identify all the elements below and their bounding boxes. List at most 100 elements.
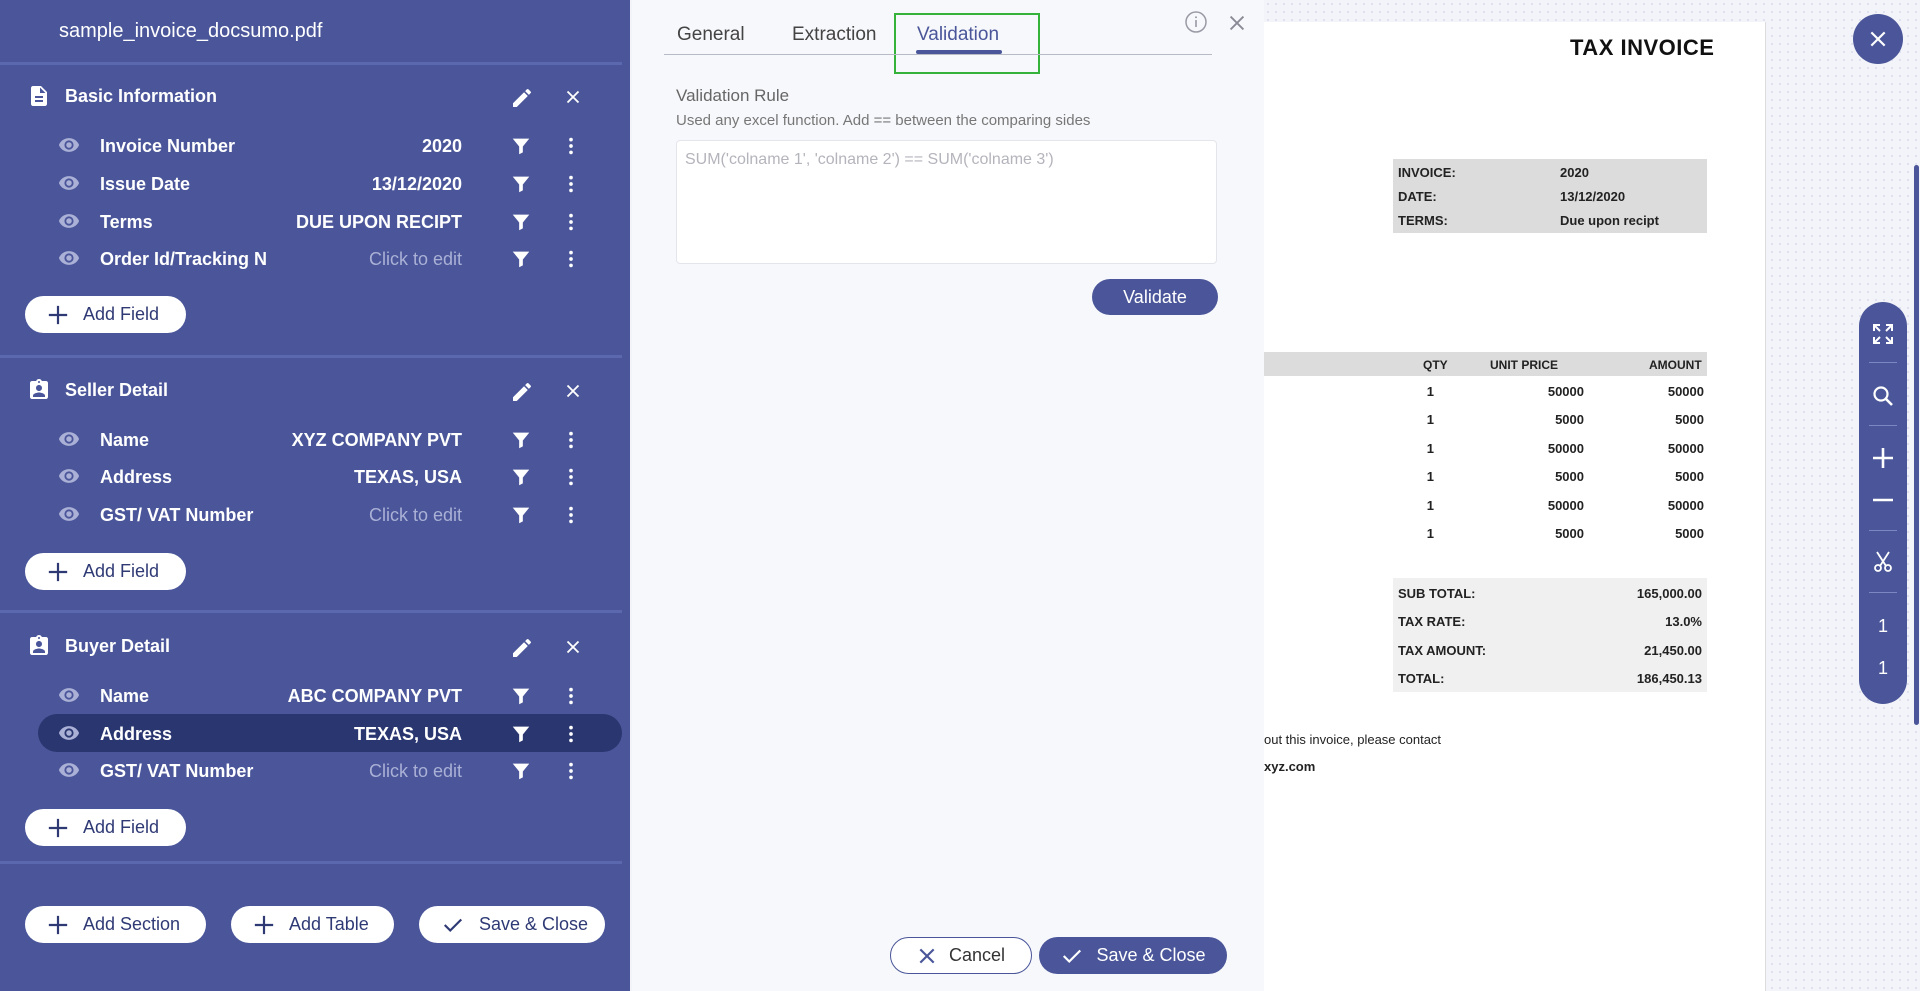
field-row-seller-name[interactable]: Name XYZ COMPANY PVT [38, 420, 622, 458]
toolbar-divider [1869, 362, 1897, 363]
edit-section-icon[interactable] [510, 86, 534, 110]
field-row-invoice-number[interactable]: Invoice Number 2020 [38, 126, 622, 164]
add-field-button[interactable]: Add Field [25, 296, 186, 333]
field-value[interactable]: Click to edit [369, 249, 462, 270]
meta-value: Due upon recipt [1560, 213, 1659, 228]
eye-icon[interactable] [56, 759, 82, 781]
zoom-out-icon[interactable] [1871, 488, 1895, 512]
field-row-order-id[interactable]: Order Id/Tracking No Click to edit [38, 239, 622, 277]
close-icon[interactable] [1226, 12, 1248, 34]
tab-general[interactable]: General [677, 24, 745, 46]
filter-icon[interactable] [510, 723, 532, 745]
table-cell: 1 [1426, 441, 1434, 456]
eye-icon[interactable] [56, 465, 82, 487]
add-table-button[interactable]: Add Table [231, 906, 394, 943]
meta-key: INVOICE: [1398, 165, 1456, 180]
more-options-icon[interactable] [560, 465, 582, 489]
close-icon [919, 948, 935, 963]
field-value[interactable]: Click to edit [369, 505, 462, 526]
close-viewer-button[interactable] [1853, 14, 1903, 64]
more-options-icon[interactable] [560, 210, 582, 234]
filter-icon[interactable] [510, 504, 532, 526]
section-divider [0, 355, 622, 358]
field-value[interactable]: TEXAS, USA [354, 467, 462, 488]
field-value[interactable]: TEXAS, USA [354, 724, 462, 745]
meta-value: 2020 [1560, 165, 1589, 180]
add-field-button[interactable]: Add Field [25, 809, 186, 846]
filter-icon[interactable] [510, 760, 532, 782]
zoom-in-icon[interactable] [1871, 446, 1895, 470]
filter-icon[interactable] [510, 211, 532, 233]
checkmark-icon [1063, 949, 1082, 963]
field-value[interactable]: ABC COMPANY PVT [288, 686, 462, 707]
scissors-icon[interactable] [1871, 550, 1895, 574]
eye-icon[interactable] [56, 134, 82, 156]
field-value[interactable]: 13/12/2020 [372, 174, 462, 195]
field-row-seller-address[interactable]: Address TEXAS, USA [38, 457, 622, 495]
total-key: SUB TOTAL: [1398, 586, 1476, 601]
filter-icon[interactable] [510, 173, 532, 195]
validation-rule-input[interactable] [676, 140, 1217, 264]
eye-icon[interactable] [56, 684, 82, 706]
more-options-icon[interactable] [560, 428, 582, 452]
field-value[interactable]: Click to edit [369, 761, 462, 782]
more-options-icon[interactable] [560, 722, 582, 746]
eye-icon[interactable] [56, 210, 82, 232]
eye-icon[interactable] [56, 172, 82, 194]
field-row-issue-date[interactable]: Issue Date 13/12/2020 [38, 164, 622, 202]
add-field-label: Add Field [83, 817, 160, 837]
filter-icon[interactable] [510, 248, 532, 270]
remove-section-icon[interactable] [562, 86, 584, 108]
footer-divider [0, 861, 622, 864]
line-items-header: QTY UNIT PRICE AMOUNT [1264, 352, 1707, 376]
section-header-buyer-detail: Buyer Detail [0, 628, 622, 664]
total-key: TAX RATE: [1398, 614, 1466, 629]
eye-icon[interactable] [56, 247, 82, 269]
fullscreen-icon[interactable] [1871, 322, 1895, 346]
field-value[interactable]: DUE UPON RECIPT [296, 212, 462, 233]
save-close-button[interactable]: Save & Close [419, 906, 605, 943]
toolbar-divider [1869, 592, 1897, 593]
cancel-button[interactable]: Cancel [890, 937, 1032, 974]
info-icon[interactable] [1184, 10, 1208, 34]
more-options-icon[interactable] [560, 172, 582, 196]
more-options-icon[interactable] [560, 684, 582, 708]
invoice-footer-text: out this invoice, please contact [1264, 732, 1442, 747]
field-row-buyer-gst-vat[interactable]: GST/ VAT Number Click to edit [38, 751, 622, 789]
field-row-buyer-name[interactable]: Name ABC COMPANY PVT [38, 676, 622, 714]
filter-icon[interactable] [510, 429, 532, 451]
search-icon[interactable] [1871, 384, 1895, 408]
more-options-icon[interactable] [560, 134, 582, 158]
field-row-buyer-address-selected[interactable]: Address TEXAS, USA [38, 714, 622, 752]
invoice-footer-email: xyz.com [1264, 759, 1316, 774]
eye-icon[interactable] [56, 503, 82, 525]
filter-icon[interactable] [510, 466, 532, 488]
filter-icon[interactable] [510, 685, 532, 707]
add-section-button[interactable]: Add Section [25, 906, 206, 943]
viewer-scrollbar[interactable] [1914, 165, 1919, 725]
field-label: Address [100, 724, 173, 744]
field-value[interactable]: XYZ COMPANY PVT [292, 430, 462, 451]
field-row-seller-gst-vat[interactable]: GST/ VAT Number Click to edit [38, 495, 622, 533]
more-options-icon[interactable] [560, 247, 582, 271]
remove-section-icon[interactable] [562, 636, 584, 658]
remove-section-icon[interactable] [562, 380, 584, 402]
field-row-terms[interactable]: Terms DUE UPON RECIPT [38, 202, 622, 240]
more-options-icon[interactable] [560, 503, 582, 527]
tab-extraction[interactable]: Extraction [792, 24, 876, 46]
edit-section-icon[interactable] [510, 636, 534, 660]
field-value[interactable]: 2020 [422, 136, 462, 157]
validate-button[interactable]: Validate [1092, 279, 1218, 315]
table-cell: 50000 [1547, 384, 1584, 399]
edit-section-icon[interactable] [510, 380, 534, 404]
table-cell: 5000 [1675, 412, 1704, 427]
more-options-icon[interactable] [560, 759, 582, 783]
eye-icon[interactable] [56, 722, 82, 744]
plus-icon [48, 562, 68, 581]
filter-icon[interactable] [510, 135, 532, 157]
current-page-number[interactable]: 1 [1859, 616, 1907, 637]
totals-box: SUB TOTAL: 165,000.00 TAX RATE: 13.0% TA… [1393, 578, 1707, 692]
panel-save-close-button[interactable]: Save & Close [1039, 937, 1227, 974]
add-field-button[interactable]: Add Field [25, 553, 186, 590]
eye-icon[interactable] [56, 428, 82, 450]
